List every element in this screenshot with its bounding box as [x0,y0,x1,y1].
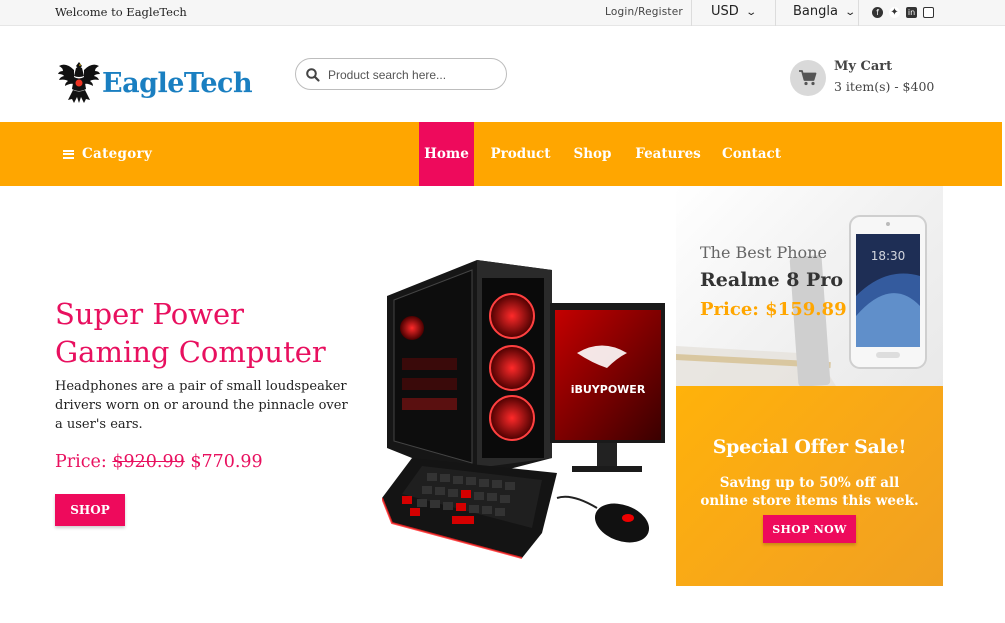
price-label: Price: [55,452,107,472]
currency-value: USD [711,4,739,19]
cart-summary: 3 item(s) - $400 [834,79,935,94]
language-value: Bangla [793,4,838,19]
instagram-icon[interactable] [923,7,934,18]
offer-description: Saving up to 50% off all online store it… [700,475,919,509]
hero-title-line-2: Gaming Computer [55,335,326,369]
hero-shop-button[interactable]: SHOP [55,494,125,526]
search-icon[interactable] [305,67,321,83]
nav-item-shop[interactable]: Shop [569,122,616,186]
hero-title-line-1: Super Power [55,297,244,331]
hero-title: Super Power Gaming Computer [55,295,375,371]
twitter-icon[interactable]: ✦ [889,7,900,18]
site-logo[interactable]: EagleTech [58,58,253,108]
shopping-cart-icon [799,70,817,86]
nav-item-features[interactable]: Features [631,122,705,186]
hero-description: Headphones are a pair of small loudspeak… [55,379,348,432]
category-label: Category [82,146,153,162]
facebook-icon[interactable]: f [872,7,883,18]
phone-subtitle: The Best Phone [700,243,827,262]
shop-now-button[interactable]: SHOP NOW [763,515,856,543]
old-price: $920.99 [112,452,185,472]
cart-title: My Cart [834,59,893,74]
brand-name: EagleTech [102,67,253,99]
hero-price: Price: $920.99 $770.99 [55,452,263,472]
divider [775,0,776,26]
phone-price: Price: $159.89 [700,299,847,320]
nav-item-home[interactable]: Home [419,122,474,186]
language-select[interactable]: Bangla ⌄ [793,4,857,19]
cart-button[interactable] [790,60,826,96]
category-menu-button[interactable]: Category [63,146,152,162]
main-nav: Category Home Product Shop Features Cont… [0,122,1002,186]
linkedin-icon[interactable]: in [906,7,917,18]
phone-name: Realme 8 Pro [700,269,844,291]
search-box [295,58,507,90]
top-bar: Welcome to EagleTech Login/Register USD ⌄… [0,0,1005,26]
nav-item-product[interactable]: Product [487,122,554,186]
menu-icon [63,149,74,159]
phone-promo-banner[interactable]: 18:30 The Best Phone Realme 8 Pro Price:… [676,186,943,386]
special-offer-banner: Special Offer Sale! Saving up to 50% off… [676,386,943,586]
divider [858,0,859,26]
welcome-text: Welcome to EagleTech [55,5,187,19]
phone-screen-time: 18:30 [871,249,906,263]
search-input[interactable] [328,65,498,85]
login-register-link[interactable]: Login/Register [605,6,683,18]
chevron-down-icon: ⌄ [844,7,857,18]
currency-select[interactable]: USD ⌄ [711,4,757,19]
social-links: f ✦ in [872,7,934,18]
offer-title: Special Offer Sale! [712,436,907,458]
eagle-logo-icon [58,62,100,103]
divider [691,0,692,26]
gaming-pc-image: iBUYPOWER [382,260,665,559]
nav-item-contact[interactable]: Contact [719,122,784,186]
monitor-brand-text: iBUYPOWER [571,383,646,396]
new-price: $770.99 [190,452,263,472]
chevron-down-icon: ⌄ [745,7,757,18]
